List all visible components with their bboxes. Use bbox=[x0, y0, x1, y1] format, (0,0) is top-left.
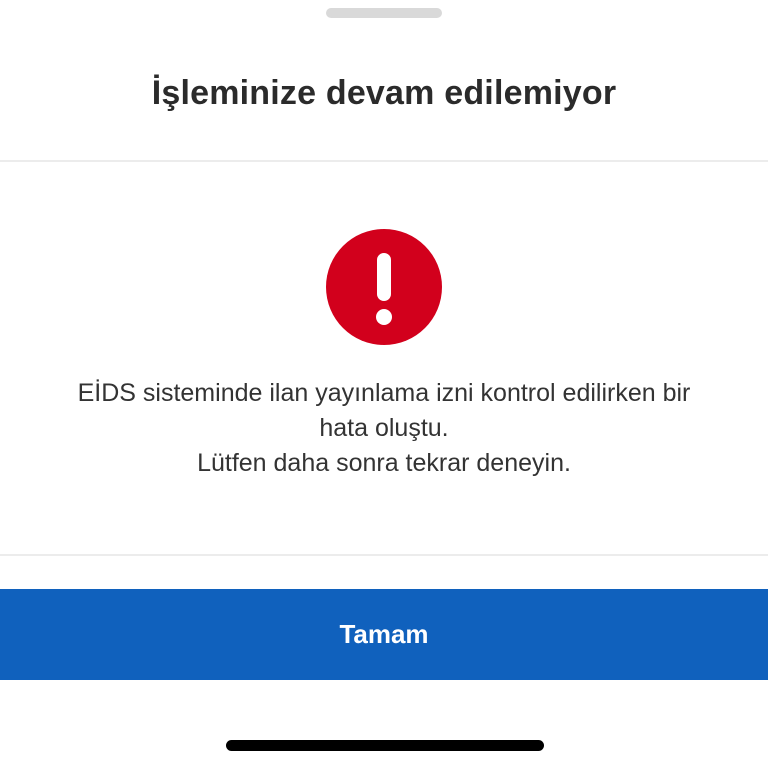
home-indicator[interactable] bbox=[226, 740, 544, 751]
error-message: EİDS sisteminde ilan yayınlama izni kont… bbox=[0, 376, 768, 481]
header-divider bbox=[0, 160, 768, 162]
sheet-grabber-handle[interactable] bbox=[326, 8, 442, 18]
dialog-title: İşleminize devam edilemiyor bbox=[151, 74, 617, 112]
ok-button[interactable]: Tamam bbox=[0, 589, 768, 680]
exclamation-bar bbox=[377, 253, 391, 301]
footer-divider bbox=[0, 554, 768, 556]
exclamation-dot bbox=[376, 309, 392, 325]
error-bottom-sheet: İşleminize devam edilemiyor EİDS sistemi… bbox=[0, 0, 768, 768]
error-message-line: Lütfen daha sonra tekrar deneyin. bbox=[197, 449, 571, 477]
error-message-line: EİDS sisteminde ilan yayınlama izni kont… bbox=[77, 379, 691, 407]
error-message-line: hata oluştu. bbox=[319, 414, 449, 442]
error-exclamation-icon bbox=[326, 229, 442, 345]
